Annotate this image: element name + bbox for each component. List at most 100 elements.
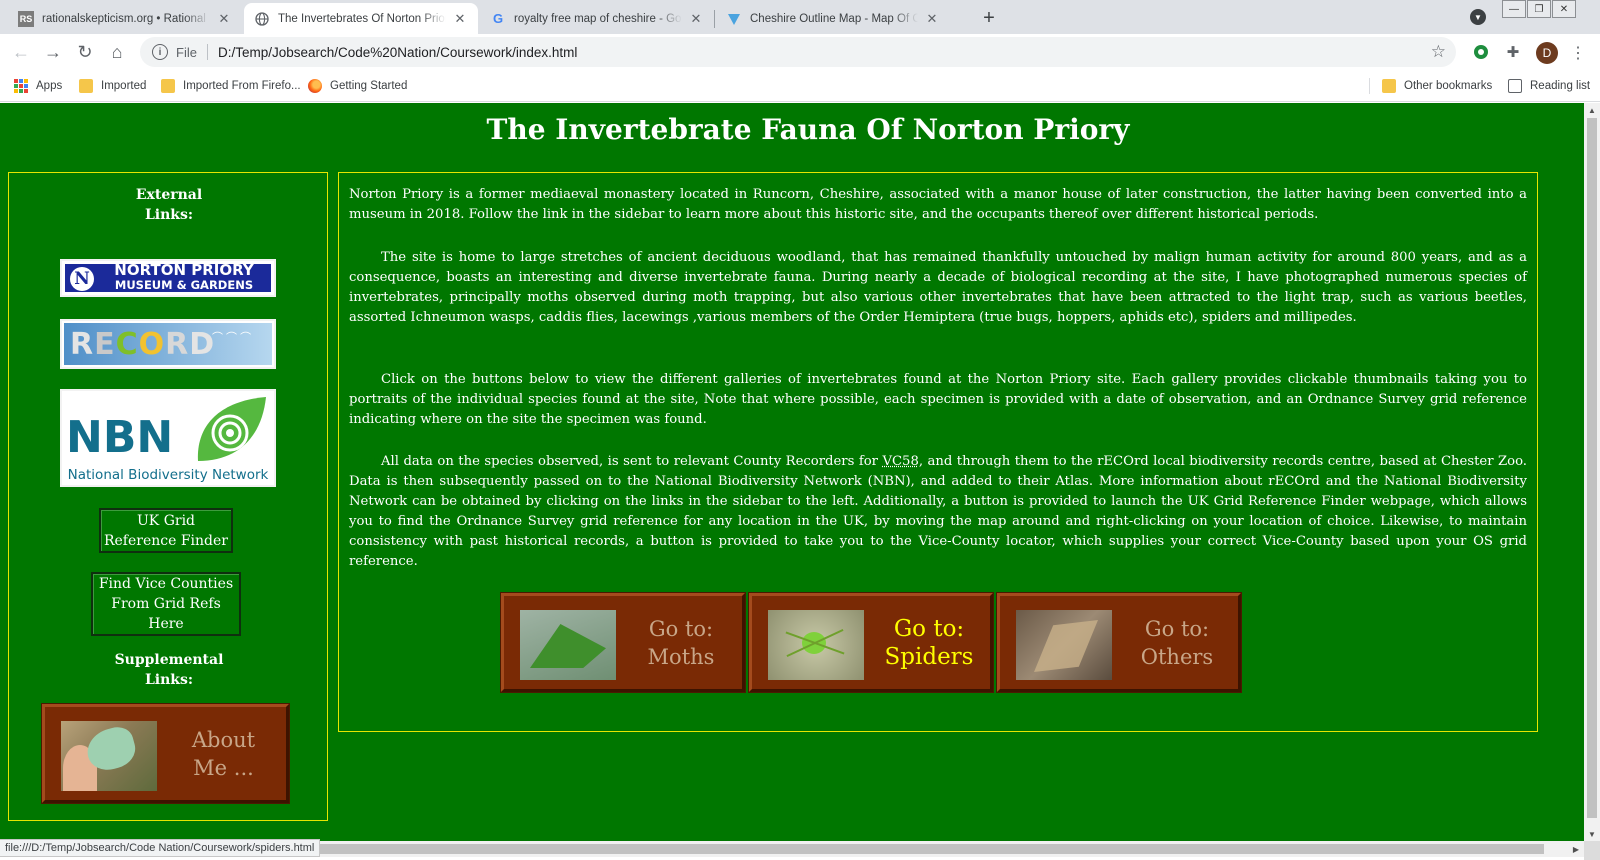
close-window-icon[interactable]: ✕	[1552, 0, 1576, 18]
bookmark-star-icon[interactable]: ☆	[1431, 42, 1446, 62]
bookmark-label: Other bookmarks	[1404, 80, 1493, 92]
norton-line1: NORTON PRIORY	[114, 261, 254, 279]
spiders-gallery-button[interactable]: Go to: Spiders	[749, 593, 993, 692]
tab-cheshire-map[interactable]: Cheshire Outline Map - Map Of Ches ✕	[716, 3, 950, 34]
external-links-heading: External Links:	[9, 185, 329, 225]
button-line: Reference Finder	[103, 532, 228, 549]
info-icon[interactable]: i	[152, 44, 168, 60]
button-line: UK Grid	[136, 512, 196, 529]
bookmark-other[interactable]: Other bookmarks	[1382, 76, 1492, 96]
grid-reference-finder-button[interactable]: UK Grid Reference Finder	[99, 508, 233, 553]
others-gallery-button[interactable]: Go to: Others	[997, 593, 1241, 692]
record-logo-link[interactable]: RECORD ⌒ ⌒ ⌒	[60, 319, 276, 369]
leaf-icon	[190, 395, 270, 465]
text-span: All data on the species observed, is sen…	[381, 454, 883, 469]
tab-rationalskepticism[interactable]: RS rationalskepticism.org • Rational Ske…	[8, 3, 242, 34]
reading-list-button[interactable]: Reading list	[1508, 76, 1590, 96]
close-icon[interactable]: ✕	[924, 11, 940, 27]
shield-icon	[726, 11, 742, 27]
tab-search-icon[interactable]: ▼	[1470, 9, 1486, 25]
sidebar: External Links: N NORTON PRIORY MUSEUM &…	[8, 172, 328, 821]
button-line: Find Vice Counties	[98, 576, 234, 592]
bookmark-label: Getting Started	[330, 80, 408, 92]
folder-icon	[79, 79, 93, 93]
back-icon[interactable]: ←	[9, 40, 33, 64]
reading-list-icon	[1508, 79, 1522, 93]
menu-icon[interactable]: ⋮	[1568, 42, 1588, 64]
galleries-paragraph: Click on the buttons below to view the d…	[349, 372, 1527, 427]
tab-title: Cheshire Outline Map - Map Of Ches	[750, 12, 918, 25]
record-letter: R	[165, 327, 190, 362]
rs-favicon-icon: RS	[18, 10, 34, 27]
minimize-icon[interactable]: —	[1502, 0, 1526, 18]
nbn-fullname: National Biodiversity Network	[67, 467, 269, 483]
moths-gallery-button[interactable]: Go to: Moths	[501, 593, 745, 692]
extensions-puzzle-icon[interactable]: ✚	[1504, 43, 1522, 61]
tab-invertebrates[interactable]: The Invertebrates Of Norton Priory ✕	[244, 3, 478, 34]
label-line: Moths	[647, 644, 715, 669]
globe-icon	[254, 11, 270, 27]
bookmark-imported-firefox[interactable]: Imported From Firefo...	[161, 76, 301, 96]
others-thumbnail	[1016, 610, 1112, 680]
bookmark-label: Imported From Firefo...	[183, 80, 301, 92]
google-icon: G	[492, 11, 504, 26]
supplemental-links-heading: Supplemental Links:	[9, 650, 329, 690]
norton-priory-logo-link[interactable]: N NORTON PRIORY MUSEUM & GARDENS	[60, 259, 276, 297]
forward-icon[interactable]: →	[41, 40, 65, 64]
norton-line2: MUSEUM & GARDENS	[114, 278, 254, 292]
tab-title: The Invertebrates Of Norton Priory	[278, 12, 446, 25]
label-line: Me ...	[193, 755, 254, 780]
close-icon[interactable]: ✕	[688, 11, 704, 27]
page-title: The Invertebrate Fauna Of Norton Priory	[486, 113, 1130, 146]
reading-list-label: Reading list	[1530, 80, 1591, 92]
close-icon[interactable]: ✕	[216, 11, 232, 27]
scroll-right-icon[interactable]: ▶	[1568, 841, 1584, 857]
about-me-label: About Me ...	[167, 707, 280, 800]
norton-priory-emblem-icon: N	[70, 267, 94, 291]
others-label: Go to: Others	[1122, 596, 1232, 689]
apps-grid-icon	[14, 79, 28, 93]
record-wordmark: RECORD	[70, 327, 215, 363]
about-me-button[interactable]: About Me ...	[42, 704, 289, 803]
url-text[interactable]: D:/Temp/Jobsearch/Code%20Nation/Coursewo…	[218, 45, 577, 60]
intro-paragraph: Norton Priory is a former mediaeval mona…	[349, 187, 1527, 222]
heading-line: Links:	[144, 672, 194, 688]
butterfly-thumbnail	[61, 721, 157, 791]
new-tab-button[interactable]: +	[976, 5, 1002, 31]
vertical-scrollbar[interactable]: ▲ ▼	[1584, 103, 1600, 841]
close-icon[interactable]: ✕	[452, 11, 468, 27]
home-icon[interactable]: ⌂	[105, 40, 129, 64]
tab-google-search[interactable]: G royalty free map of cheshire - Googl ✕	[480, 3, 714, 34]
label-line: Go to:	[1144, 616, 1210, 641]
bookmark-getting-started[interactable]: Getting Started	[308, 76, 407, 96]
vice-county-finder-button[interactable]: Find Vice Counties From Grid Refs Here	[91, 572, 241, 636]
restore-icon[interactable]: ❐	[1527, 0, 1551, 18]
button-line: From Grid Refs	[111, 596, 221, 612]
extension-green-icon[interactable]	[1472, 43, 1490, 61]
bookmarks-bar: Apps Imported Imported From Firefo... Ge…	[0, 70, 1600, 102]
folder-icon	[161, 79, 175, 93]
scrollbar-thumb[interactable]	[1587, 118, 1597, 818]
bookmark-label: Apps	[36, 80, 63, 92]
scroll-up-icon[interactable]: ▲	[1584, 103, 1600, 117]
nbn-logo-link[interactable]: NBN National Biodiversity Network	[60, 389, 276, 487]
record-letter: C	[115, 327, 139, 362]
address-bar[interactable]: i File D:/Temp/Jobsearch/Code%20Nation/C…	[140, 37, 1456, 67]
profile-avatar[interactable]: D	[1536, 42, 1558, 64]
label-line: Others	[1140, 644, 1214, 669]
bookmark-imported[interactable]: Imported	[79, 76, 146, 96]
label-line: Go to:	[893, 615, 965, 642]
page-viewport: The Invertebrate Fauna Of Norton Priory …	[0, 103, 1584, 841]
norton-priory-wordmark: NORTON PRIORY MUSEUM & GARDENS	[98, 263, 270, 293]
toolbar: ← → ↻ ⌂ i File D:/Temp/Jobsearch/Code%20…	[0, 34, 1600, 70]
bookmark-apps[interactable]: Apps	[14, 76, 62, 96]
reload-icon[interactable]: ↻	[73, 40, 97, 64]
folder-icon	[1382, 79, 1396, 93]
url-scheme: File	[176, 44, 197, 60]
spiders-label: Go to: Spiders	[874, 596, 984, 689]
label-line: About	[191, 727, 256, 752]
label-line: Spiders	[884, 643, 974, 670]
scroll-down-icon[interactable]: ▼	[1584, 827, 1600, 841]
vc58-abbreviation: VC58	[882, 454, 919, 469]
tab-title: royalty free map of cheshire - Googl	[514, 12, 682, 25]
